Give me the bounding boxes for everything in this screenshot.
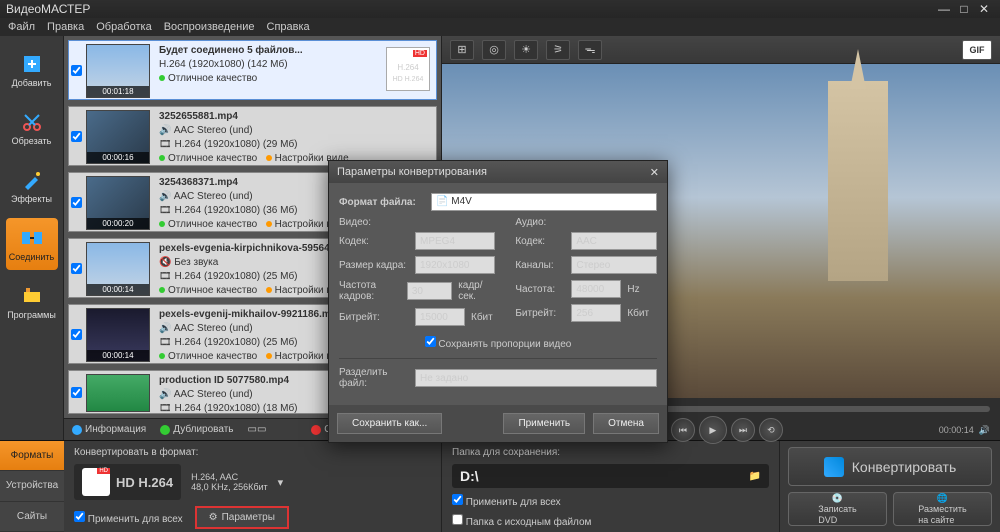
minimize-button[interactable]: — [934,2,954,16]
sidebar-trim[interactable]: Обрезать [6,102,58,154]
crop-icon[interactable]: ⊞ [450,40,474,60]
file-checkbox[interactable] [71,131,82,142]
dialog-title: Параметры конвертирования [337,166,487,178]
dialog-close-icon[interactable]: ✕ [650,166,659,179]
menu-process[interactable]: Обработка [96,21,151,33]
speed-icon[interactable]: ᯓ [578,40,602,60]
play-button[interactable]: ▶ [699,416,727,444]
save-as-button[interactable]: Сохранить как... [337,413,442,434]
menu-playback[interactable]: Воспроизведение [164,21,255,33]
brightness-icon[interactable]: ☀ [514,40,538,60]
tab-sites[interactable]: Сайты [0,502,64,532]
split-select[interactable]: Не задано [415,369,657,387]
menu-help[interactable]: Справка [267,21,310,33]
thumbnail: 00:00:14 [86,242,150,296]
file-checkbox[interactable] [71,329,82,340]
convert-icon [824,457,844,477]
format-input[interactable]: 📄 M4V [431,193,657,211]
burn-dvd-button[interactable]: 💿Записать DVD [788,492,887,526]
thumbnail: 00:00:20 [86,176,150,230]
audio-bitrate-select[interactable]: 256 [571,304,621,322]
channels-select[interactable]: Стерео [571,256,657,274]
file-item[interactable]: 00:01:18 Будет соединено 5 файлов...H.26… [68,40,437,100]
frame-size-select[interactable]: 1920x1080 [415,256,495,274]
convert-button[interactable]: Конвертировать [788,447,992,486]
format-selector[interactable]: HD HD H.264 [74,464,181,500]
same-folder[interactable]: Папка с исходным файлом [452,514,769,528]
volume-icon[interactable]: 🔊 [979,425,990,435]
sidebar-effects[interactable]: Эффекты [6,160,58,212]
info-button[interactable]: Информация [72,424,146,435]
conversion-params-dialog: Параметры конвертирования✕ Формат файла:… [328,160,668,443]
thumbnail [86,374,150,412]
next-button[interactable]: ⏭ [731,418,755,442]
time-total: 00:00:14 [939,425,974,435]
snapshot-icon[interactable]: ◎ [482,40,506,60]
menu-file[interactable]: Файл [8,21,35,33]
duplicate-button[interactable]: Дублировать [160,424,233,435]
apply-all-checkbox[interactable]: Применить для всех [74,511,183,525]
repeat-button[interactable]: ⟲ [759,418,783,442]
enhance-icon[interactable]: ⚞ [546,40,570,60]
globe-icon: 🌐 [937,493,948,504]
maximize-button[interactable]: □ [954,2,974,16]
toggle-switches[interactable]: ▭▭ [248,424,267,435]
app-title: ВидеоМАСТЕР [6,2,90,16]
output-path: D:\ [460,468,743,484]
parameters-button[interactable]: ⚙Параметры [195,506,289,529]
sidebar-add[interactable]: Добавить [6,44,58,96]
file-checkbox[interactable] [71,65,82,76]
gear-icon: ⚙ [209,512,218,523]
convert-label: Конвертировать в формат: [74,447,431,458]
thumbnail: 00:00:14 [86,308,150,362]
frequency-select[interactable]: 48000 [571,280,621,298]
thumbnail: 00:01:18 [86,44,150,98]
dvd-icon: 💿 [832,493,843,504]
browse-icon[interactable]: 📁 [749,471,761,482]
format-badge: HDH.264HD H.264 [386,47,430,91]
preview-toolbar: ⊞ ◎ ☀ ⚞ ᯓ GIF [442,36,1000,64]
sidebar-programs[interactable]: Программы [6,276,58,328]
tab-formats[interactable]: Форматы [0,441,64,471]
cancel-button[interactable]: Отмена [593,413,659,434]
close-button[interactable]: ✕ [974,2,994,16]
apply-all-output[interactable]: Применить для всех [452,494,769,508]
keep-aspect-checkbox[interactable]: Сохранять пропорции видео [425,339,572,350]
fps-select[interactable]: 30 [407,282,452,300]
output-label: Папка для сохранения: [452,447,769,458]
gif-button[interactable]: GIF [962,40,992,60]
menu-edit[interactable]: Правка [47,21,84,33]
apply-button[interactable]: Применить [503,413,585,434]
prev-button[interactable]: ⏮ [671,418,695,442]
video-bitrate-select[interactable]: 15000 [415,308,465,326]
audio-codec-select[interactable]: AAC [571,232,657,250]
sidebar-join[interactable]: Соединить [6,218,58,270]
titlebar: ВидеоМАСТЕР — □ ✕ [0,0,1000,18]
file-checkbox[interactable] [71,197,82,208]
file-checkbox[interactable] [71,263,82,274]
video-codec-select[interactable]: MPEG4 [415,232,495,250]
sidebar: Добавить Обрезать Эффекты Соединить Прог… [0,36,64,440]
publish-button[interactable]: 🌐Разместить на сайте [893,492,992,526]
tab-devices[interactable]: Устройства [0,471,64,501]
file-item[interactable]: 00:00:16 3252655881.mp4🔊 AAC Stereo (und… [68,106,437,166]
file-checkbox[interactable] [71,387,82,398]
dropdown-icon[interactable]: ▾ [278,476,284,489]
thumbnail: 00:00:16 [86,110,150,164]
menubar: Файл Правка Обработка Воспроизведение Сп… [0,18,1000,36]
